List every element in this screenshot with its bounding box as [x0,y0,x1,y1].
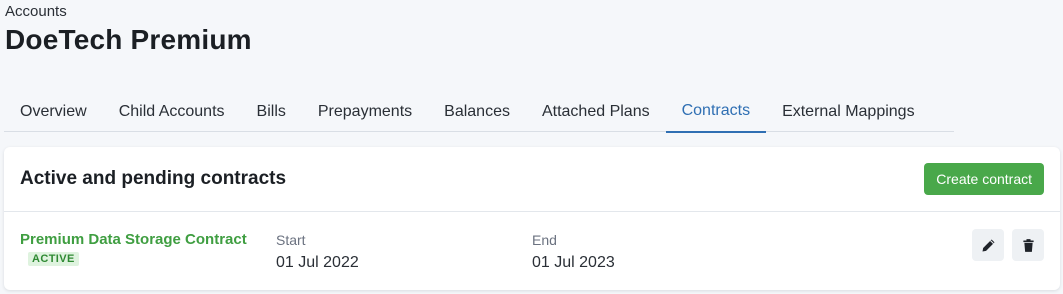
page-title: DoeTech Premium [5,24,252,55]
start-date: 01 Jul 2022 [276,254,359,271]
start-label: Start [276,232,306,248]
contract-name-link[interactable]: Premium Data Storage Contract [20,231,247,248]
tab-balances[interactable]: Balances [428,93,526,132]
account-page: Accounts DoeTech Premium Overview Child … [0,0,1063,294]
tab-child-accounts[interactable]: Child Accounts [103,93,241,132]
tab-external-mappings[interactable]: External Mappings [766,93,931,132]
tab-prepayments[interactable]: Prepayments [302,93,428,132]
delete-contract-button[interactable] [1012,229,1044,261]
contracts-card-header: Active and pending contracts Create cont… [4,147,1060,212]
breadcrumb[interactable]: Accounts [5,3,67,20]
end-label: End [532,232,557,248]
tab-contracts[interactable]: Contracts [665,93,767,133]
create-contract-button[interactable]: Create contract [924,163,1044,195]
tab-overview[interactable]: Overview [4,93,103,132]
trash-icon [1022,238,1034,252]
account-tabs: Overview Child Accounts Bills Prepayment… [4,93,954,133]
tab-attached-plans[interactable]: Attached Plans [526,93,666,132]
edit-contract-button[interactable] [972,229,1004,261]
contract-row: Premium Data Storage Contract ACTIVE Sta… [4,212,1060,289]
pencil-icon [982,239,994,251]
contracts-section-title: Active and pending contracts [20,168,287,189]
end-date: 01 Jul 2023 [532,254,615,271]
contracts-card: Active and pending contracts Create cont… [4,147,1060,290]
tab-bills[interactable]: Bills [241,93,302,132]
status-badge: ACTIVE [28,252,79,266]
